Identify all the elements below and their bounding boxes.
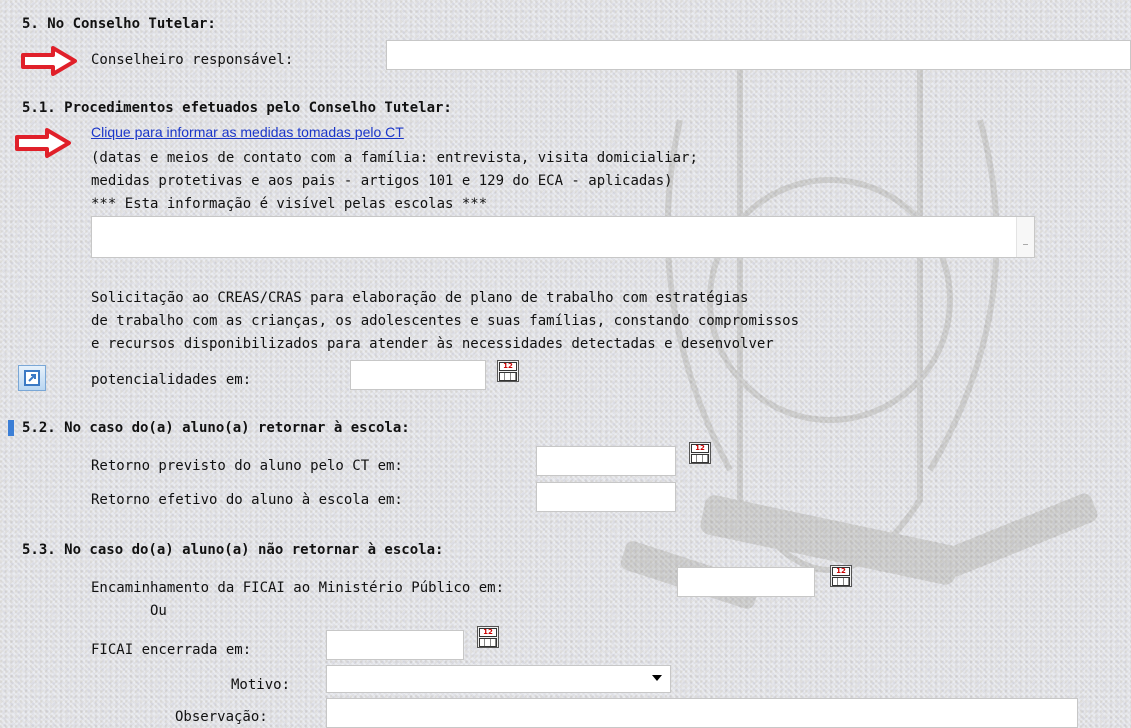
creas-line-1: Solicitação ao CREAS/CRAS para elaboraçã…	[91, 290, 749, 306]
medidas-ct-link[interactable]: Clique para informar as medidas tomadas …	[91, 122, 404, 142]
ou-label: Ou	[150, 603, 167, 619]
textarea-scrollbar[interactable]	[1016, 217, 1034, 257]
section-51-title: 5.1. Procedimentos efetuados pelo Consel…	[22, 100, 452, 116]
creas-line-3: e recursos disponibilizados para atender…	[91, 336, 774, 352]
expand-icon[interactable]	[18, 365, 46, 391]
conselheiro-label: Conselheiro responsável:	[91, 52, 294, 68]
retorno-previsto-label: Retorno previsto do aluno pelo CT em:	[91, 458, 403, 474]
retorno-efetivo-label: Retorno efetivo do aluno à escola em:	[91, 492, 403, 508]
crest-watermark	[620, 57, 1098, 609]
creas-line-2: de trabalho com as crianças, os adolesce…	[91, 313, 800, 329]
calendar-icon[interactable]: 12	[477, 626, 499, 648]
observacao-label: Observação:	[175, 709, 268, 725]
observacao-input[interactable]	[326, 698, 1078, 728]
ficai-encerrada-label: FICAI encerrada em:	[91, 642, 252, 658]
creas-line-4: potencialidades em:	[91, 372, 252, 388]
desc-line-2: medidas protetivas e aos pais - artigos …	[91, 173, 673, 189]
visibility-note: *** Esta informação é visível pelas esco…	[91, 196, 488, 212]
creas-date-input[interactable]	[350, 360, 486, 390]
calendar-icon-number: 12	[499, 361, 517, 371]
conselheiro-input[interactable]	[386, 40, 1131, 70]
retorno-previsto-input[interactable]	[536, 446, 676, 476]
ficai-encerrada-input[interactable]	[326, 630, 464, 660]
calendar-icon[interactable]: 12	[830, 565, 852, 587]
red-arrow-icon	[21, 46, 77, 76]
medidas-textarea[interactable]	[91, 216, 1035, 258]
desc-line-1: (datas e meios de contato com a família:…	[91, 150, 698, 166]
motivo-select[interactable]	[326, 665, 671, 693]
motivo-label: Motivo:	[231, 677, 291, 693]
calendar-icon-number: 12	[832, 566, 850, 576]
retorno-efetivo-input[interactable]	[536, 482, 676, 512]
calendar-icon-number: 12	[479, 627, 497, 637]
section-53-title: 5.3. No caso do(a) aluno(a) não retornar…	[22, 542, 444, 558]
section-5-title: 5. No Conselho Tutelar:	[22, 16, 216, 32]
calendar-icon[interactable]: 12	[497, 360, 519, 382]
encaminhamento-mp-label: Encaminhamento da FICAI ao Ministério Pú…	[91, 580, 505, 596]
calendar-icon-number: 12	[691, 443, 709, 453]
calendar-icon[interactable]: 12	[689, 442, 711, 464]
section-52-title: 5.2. No caso do(a) aluno(a) retornar à e…	[22, 420, 410, 436]
focus-marker	[8, 420, 14, 436]
chevron-down-icon	[652, 675, 662, 681]
red-arrow-icon	[15, 128, 71, 158]
encaminhamento-mp-input[interactable]	[677, 567, 815, 597]
